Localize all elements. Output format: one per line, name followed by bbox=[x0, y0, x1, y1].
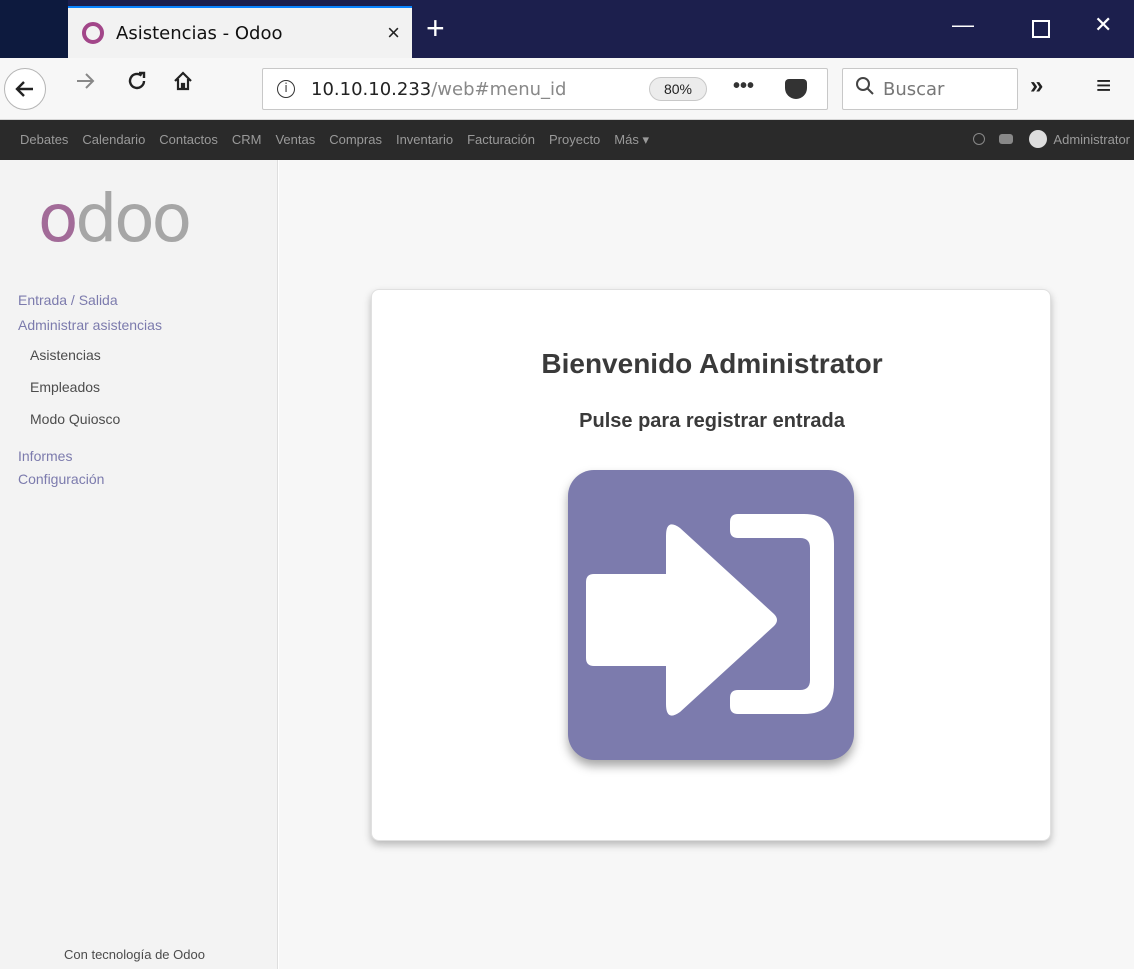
check-in-button[interactable] bbox=[568, 470, 854, 760]
sidebar-item-kiosk[interactable]: Modo Quiosco bbox=[30, 411, 120, 427]
reload-icon bbox=[128, 71, 146, 90]
sidebar-item-checkin[interactable]: Entrada / Salida bbox=[18, 292, 118, 308]
window-maximize-button[interactable] bbox=[1032, 20, 1050, 38]
titlebar-left-pad bbox=[0, 0, 68, 58]
app-menu-item[interactable]: Contactos bbox=[159, 132, 218, 148]
window-minimize-button[interactable]: — bbox=[952, 12, 974, 38]
home-button[interactable] bbox=[172, 70, 194, 99]
checkin-prompt: Pulse para registrar entrada bbox=[579, 410, 845, 432]
sidebar-item-attendances[interactable]: Asistencias bbox=[30, 347, 101, 363]
url-host: 10.10.10.233 bbox=[311, 78, 432, 100]
odoo-logo: odoo bbox=[38, 180, 192, 257]
zoom-indicator[interactable]: 80% bbox=[649, 77, 707, 101]
logo-rest: doo bbox=[75, 180, 192, 257]
main-content: Bienvenido Administrator Pulse para regi… bbox=[279, 160, 1134, 969]
reload-button[interactable] bbox=[126, 70, 148, 99]
welcome-title: Bienvenido Administrator bbox=[541, 348, 883, 379]
home-icon bbox=[174, 71, 192, 91]
search-box[interactable]: Buscar bbox=[842, 68, 1018, 110]
user-menu[interactable]: Administrator bbox=[1053, 132, 1130, 147]
browser-titlebar: Asistencias - Odoo × + — ✕ bbox=[0, 0, 1134, 58]
app-menu-item[interactable]: Ventas bbox=[275, 132, 315, 148]
search-icon bbox=[855, 76, 875, 102]
odoo-main-menu: Debates Calendario Contactos CRM Ventas Compr… bbox=[0, 120, 1134, 160]
forward-button[interactable] bbox=[74, 70, 96, 99]
app-menu-item[interactable]: Proyecto bbox=[549, 132, 600, 148]
browser-toolbar: i 10.10.10.233/web#menu_id 80% ••• Busca… bbox=[0, 58, 1134, 120]
sidebar-item-employees[interactable]: Empleados bbox=[30, 379, 100, 395]
back-arrow-icon bbox=[15, 81, 33, 97]
overflow-menu-icon[interactable]: » bbox=[1030, 72, 1043, 100]
back-button[interactable] bbox=[4, 68, 46, 110]
tab-close-icon[interactable]: × bbox=[387, 20, 400, 46]
odoo-favicon-icon bbox=[82, 22, 104, 44]
app-menu-item[interactable]: Compras bbox=[329, 132, 382, 148]
app-menu-item[interactable]: Inventario bbox=[396, 132, 453, 148]
app-menu-list: Debates Calendario Contactos CRM Ventas Compr… bbox=[20, 132, 663, 148]
activity-clock-icon[interactable] bbox=[973, 133, 986, 145]
new-tab-button[interactable]: + bbox=[426, 10, 445, 47]
app-menu-item[interactable]: CRM bbox=[232, 132, 262, 148]
hamburger-menu-icon[interactable]: ≡ bbox=[1096, 70, 1111, 101]
forward-arrow-icon bbox=[77, 73, 95, 89]
url-path: /web#menu_id bbox=[431, 78, 567, 100]
avatar[interactable] bbox=[1029, 130, 1048, 148]
sidebar-item-manage[interactable]: Administrar asistencias bbox=[18, 317, 162, 333]
systray: Administrator bbox=[973, 130, 1130, 148]
browser-tab[interactable]: Asistencias - Odoo × bbox=[68, 6, 412, 58]
powered-by[interactable]: Con tecnología de Odoo bbox=[64, 947, 205, 962]
logo-first-letter: o bbox=[38, 180, 78, 257]
window-close-button[interactable]: ✕ bbox=[1094, 12, 1112, 38]
sidebar: odoo Entrada / Salida Administrar asiste… bbox=[0, 160, 278, 969]
sidebar-item-config[interactable]: Configuración bbox=[18, 471, 104, 487]
app-menu-item[interactable]: Más ▾ bbox=[614, 132, 649, 148]
address-bar[interactable]: i 10.10.10.233/web#menu_id 80% ••• bbox=[262, 68, 828, 110]
url-text: 10.10.10.233/web#menu_id bbox=[311, 79, 566, 100]
app-menu-item[interactable]: Calendario bbox=[82, 132, 145, 148]
sidebar-item-reports[interactable]: Informes bbox=[18, 448, 72, 464]
page-actions-icon[interactable]: ••• bbox=[733, 75, 754, 98]
tab-title: Asistencias - Odoo bbox=[116, 22, 283, 44]
info-icon[interactable]: i bbox=[277, 80, 295, 98]
pocket-icon[interactable] bbox=[785, 79, 807, 99]
sign-in-icon bbox=[586, 514, 834, 716]
attendance-card: Bienvenido Administrator Pulse para regi… bbox=[371, 289, 1051, 841]
messaging-icon[interactable] bbox=[999, 134, 1014, 144]
app-menu-item[interactable]: Debates bbox=[20, 132, 68, 148]
app-menu-item[interactable]: Facturación bbox=[467, 132, 535, 148]
search-placeholder: Buscar bbox=[883, 78, 945, 100]
